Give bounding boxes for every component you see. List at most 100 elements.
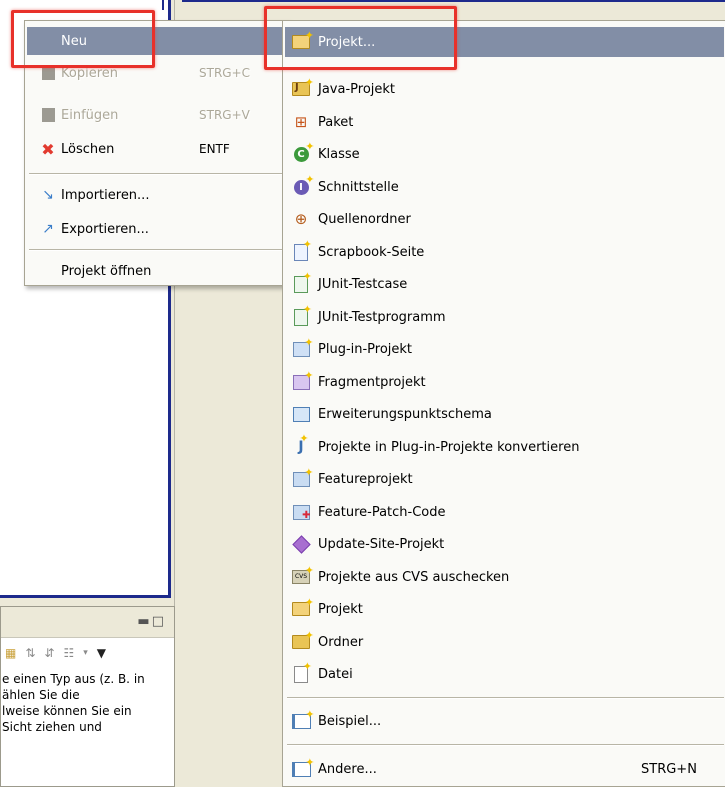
menu-item-label: Einfügen [61,107,119,123]
delete-icon: ✖ [41,139,55,159]
hint-view-panel: ▬□ ▦ ⇅ ⇵ ☷ ▾ ▼ e einen Typ aus (z. B. in… [0,606,175,787]
submenu-item-feature-project[interactable]: ✦ Featureprojekt [285,464,724,494]
menu-separator [29,249,285,251]
maximize-icon[interactable]: □ [152,614,166,629]
submenu-item-label: Datei [318,666,353,682]
editor-area-border [182,0,725,2]
feature-project-icon: ✦ [290,467,314,489]
hint-line: Sicht ziehen und [2,720,102,734]
shortcut-label: STRG+N [641,761,697,777]
new-submenu: ✦ Projekt... J ✦ Java-Projekt ⊞ Paket C ✦ … [282,20,725,787]
submenu-item-label: Feature-Patch-Code [318,504,446,520]
submenu-item-label: JUnit-Testcase [318,276,408,292]
view-menu-icon[interactable]: ▼ [97,646,106,660]
submenu-item-label: Quellenordner [318,211,411,227]
view-border [162,0,164,10]
list-icon[interactable]: ☷ [63,646,74,660]
menu-item-delete[interactable]: ✖ Löschen ENTF [27,135,287,163]
submenu-item-package[interactable]: ⊞ Paket [285,107,724,137]
submenu-item-label: Paket [318,114,354,130]
submenu-item-class[interactable]: C ✦ Klasse [285,139,724,169]
submenu-item-label: Erweiterungspunktschema [318,406,492,422]
submenu-separator [287,744,724,746]
open-project-spacer [37,262,59,280]
submenu-item-convert-projects[interactable]: J ✦ Projekte in Plug-in-Projekte konverti… [285,432,724,462]
cvs-checkout-icon: CVS ✦ [290,565,314,587]
submenu-item-project[interactable]: ✦ Projekt [285,594,724,624]
hint-line: lweise können Sie ein [2,704,132,718]
toolbar-icon-1[interactable]: ▦ [5,646,16,660]
hint-view-toolbar: ▦ ⇅ ⇵ ☷ ▾ ▼ [1,638,174,668]
class-icon: C ✦ [290,141,315,164]
submenu-item-label: Java-Projekt [318,81,396,97]
junit-testsuite-icon: ✦ [290,304,312,327]
fragment-project-icon: ✦ [290,370,314,392]
submenu-item-source-folder[interactable]: ⊕ Quellenordner [285,204,724,234]
convert-projects-icon: J ✦ [298,432,309,455]
submenu-item-cvs-checkout[interactable]: CVS ✦ Projekte aus CVS auschecken [285,562,724,592]
update-site-project-icon [290,534,312,554]
submenu-item-feature-patch[interactable]: ✚ Feature-Patch-Code [285,497,724,527]
menu-item-label: Löschen [61,141,115,157]
export-icon: ↗ [42,221,54,237]
submenu-item-update-site-project[interactable]: Update-Site-Projekt [285,529,724,559]
submenu-item-example[interactable]: ✦ Beispiel... [285,706,724,736]
submenu-item-label: Andere... [318,761,377,777]
submenu-item-label: Update-Site-Projekt [318,536,445,552]
view-min-max-buttons[interactable]: ▬□ [137,614,166,629]
sort-icon[interactable]: ⇅ [25,646,35,660]
submenu-item-interface[interactable]: I ✦ Schnittstelle [285,172,724,202]
import-icon: ↘ [42,187,54,203]
submenu-item-fragment-project[interactable]: ✦ Fragmentprojekt [285,367,724,397]
menu-item-label: Importieren... [61,187,150,203]
hint-view-titlebar: ▬□ [1,607,174,638]
hint-text: e einen Typ aus (z. B. in ählen Sie die … [1,671,175,735]
scrapbook-page-icon: ✦ [290,239,312,262]
submenu-item-extension-point-schema[interactable]: Erweiterungspunktschema [285,399,724,429]
interface-icon: I ✦ [290,174,315,197]
submenu-item-label: Ordner [318,634,364,650]
menu-item-label: Projekt öffnen [61,263,152,279]
menu-item-export[interactable]: ↗ Exportieren... [27,215,287,243]
menu-item-paste[interactable]: Einfügen STRG+V [27,101,287,129]
submenu-item-label: Scrapbook-Seite [318,244,425,260]
folder-icon: ✦ [290,630,314,652]
java-project-icon: J ✦ [290,77,314,99]
submenu-item-file[interactable]: ✦ Datei [285,659,724,689]
hint-line: ählen Sie die [2,688,80,702]
submenu-item-label: Projekte in Plug-in-Projekte konvertiere… [318,439,580,455]
submenu-item-java-project[interactable]: J ✦ Java-Projekt [285,74,724,104]
dropdown-icon[interactable]: ▾ [83,648,88,658]
shortcut-label: ENTF [199,142,230,156]
menu-item-open-project[interactable]: Projekt öffnen [27,257,287,285]
submenu-item-junit-testcase[interactable]: ✦ JUnit-Testcase [285,269,724,299]
submenu-item-label: Fragmentprojekt [318,374,426,390]
project-icon: ✦ [290,597,314,619]
shortcut-label: STRG+C [199,66,251,80]
hierarchy-icon[interactable]: ⇵ [44,646,54,660]
package-icon: ⊞ [294,113,308,131]
paste-icon [37,106,59,124]
submenu-item-folder[interactable]: ✦ Ordner [285,627,724,657]
menu-item-import[interactable]: ↘ Importieren... [27,181,287,209]
minimize-icon[interactable]: ▬ [137,614,151,629]
hint-line: e einen Typ aus (z. B. in [2,672,145,686]
submenu-item-label: Projekte aus CVS auschecken [318,569,510,585]
submenu-item-label: Schnittstelle [318,179,399,195]
submenu-item-plugin-project[interactable]: ✦ Plug-in-Projekt [285,334,724,364]
submenu-item-scrapbook-page[interactable]: ✦ Scrapbook-Seite [285,237,724,267]
feature-patch-icon: ✚ [290,502,312,522]
submenu-item-label: Klasse [318,146,360,162]
submenu-item-label: JUnit-Testprogramm [318,309,446,325]
callout-highlight-new [11,10,155,68]
submenu-item-label: Beispiel... [318,713,382,729]
submenu-item-other[interactable]: ✦ Andere... STRG+N [285,754,724,784]
plugin-project-icon: ✦ [290,337,314,359]
submenu-item-label: Projekt [318,601,363,617]
menu-item-label: Exportieren... [61,221,149,237]
file-icon: ✦ [290,661,312,684]
shortcut-label: STRG+V [199,108,250,122]
submenu-item-label: Featureprojekt [318,471,413,487]
extension-point-schema-icon [290,404,312,424]
submenu-item-junit-testsuite[interactable]: ✦ JUnit-Testprogramm [285,302,724,332]
